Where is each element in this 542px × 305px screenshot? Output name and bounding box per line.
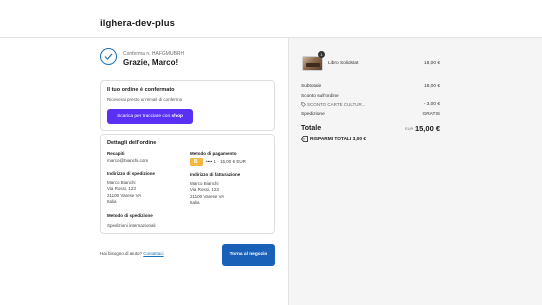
total-value: 15,00 €: [414, 124, 440, 133]
contacts-value: marco@bianchi.com: [107, 158, 149, 163]
quantity-badge: 1: [318, 51, 325, 58]
shipping-method-label: Metodo di spedizione: [107, 213, 153, 218]
shipping-address: Marco Bianchi Via Rossi, 123 21100 Vares…: [107, 180, 141, 206]
order-confirmed-description: Riceverai presto un'email di conferma: [107, 97, 183, 102]
payment-method-value: •••• 1 - 15,00 € EUR: [206, 159, 246, 164]
header: ilghera-dev-plus: [0, 0, 542, 38]
confirmation-code: Conferma n. HAFGMUBRH: [123, 51, 185, 57]
shipping-value: GRATIS: [422, 112, 440, 117]
check-circle-icon: [100, 48, 117, 65]
subtotal-label: Subtotale: [301, 84, 322, 89]
store-name[interactable]: ilghera-dev-plus: [100, 18, 175, 29]
billing-address-label: Indirizzo di fatturazione: [190, 172, 241, 177]
discount-value: - 3,00 €: [423, 102, 440, 107]
tag-icon: [301, 102, 306, 107]
thanks-heading: Grazie, Marco!: [123, 58, 179, 67]
savings-label: RISPARMI TOTALI: [310, 137, 352, 142]
total-label: Totale: [301, 125, 322, 132]
payment-card-badge-letter: B: [194, 159, 198, 165]
help-text: Hai bisogno di aiuto? Contattaci: [100, 251, 164, 256]
help-question: Hai bisogno di aiuto?: [100, 251, 143, 256]
product-name: Libro Solidstat: [328, 61, 359, 66]
savings-tag-icon: [301, 136, 308, 142]
shipping-address-line: Italia: [107, 199, 117, 205]
savings-value: 3,00 €: [352, 137, 366, 142]
payment-method-label: Metodo di pagamento: [190, 151, 237, 156]
billing-address: Marco Bianchi Via Rossi, 123 21100 Vares…: [190, 181, 224, 207]
order-confirmed-title: Il tuo ordine è confermato: [107, 87, 175, 93]
shipping-label: Spedizione: [301, 112, 325, 117]
payment-card-icon: B: [190, 158, 203, 166]
order-discount-label: Sconto sull'ordine: [301, 94, 339, 99]
product-thumbnail: [302, 56, 323, 71]
shipping-method-value: Spedizioni internazionali: [107, 223, 156, 228]
order-confirmed-card: Il tuo ordine è confermato Riceverai pre…: [100, 80, 275, 131]
order-summary-panel: [288, 38, 542, 305]
shop-logo: shop: [171, 114, 183, 119]
shipping-address-label: Indirizzo di spedizione: [107, 171, 156, 176]
contacts-label: Recapiti: [107, 151, 125, 156]
return-to-store-button[interactable]: Torna al negozio: [222, 244, 275, 266]
order-details-title: Dettagli dell'ordine: [107, 140, 157, 146]
shop-button-label: Scarica per tracciare con: [117, 114, 171, 119]
billing-address-line: Italia: [190, 200, 200, 206]
product-price: 18,00 €: [423, 61, 440, 66]
contact-link[interactable]: Contattaci: [143, 251, 163, 256]
subtotal-value: 18,00 €: [423, 84, 440, 89]
total-savings: RISPARMI TOTALI 3,00 €: [310, 137, 366, 142]
product-thumbnail-detail: [306, 63, 320, 67]
shop-download-button[interactable]: Scarica per tracciare con shop: [107, 109, 193, 124]
discount-code: SCONTO CARTE CULTUR...: [307, 102, 366, 107]
